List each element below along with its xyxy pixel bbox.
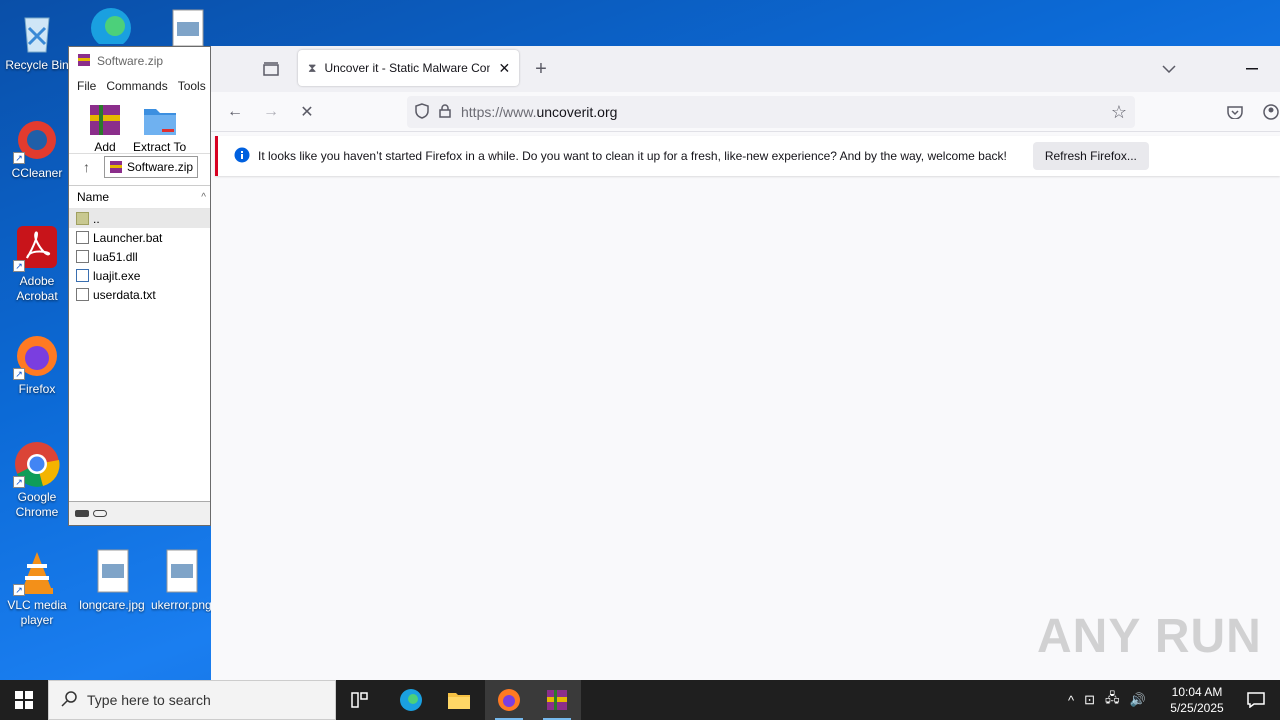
firefox-icon: ↗ xyxy=(13,332,61,380)
taskbar: Type here to search ^ ⊡ 🖧 🔊 10:04 AM 5/2… xyxy=(0,680,1280,720)
sort-chevron-icon: ^ xyxy=(201,191,206,203)
vlc-icon: ↗ xyxy=(13,548,61,596)
file-row[interactable]: Launcher.bat xyxy=(69,228,210,247)
refresh-firefox-notification: It looks like you haven’t started Firefo… xyxy=(215,136,1280,176)
task-view-icon xyxy=(351,692,368,708)
parent-folder-icon xyxy=(76,212,89,225)
desktop-icon-ccleaner[interactable]: ↗ CCleaner xyxy=(1,116,73,181)
edge-icon xyxy=(87,4,135,52)
acrobat-icon: ↗ xyxy=(13,224,61,272)
add-archive-icon xyxy=(90,105,120,135)
menu-file[interactable]: File xyxy=(77,79,96,93)
refresh-firefox-button[interactable]: Refresh Firefox... xyxy=(1032,142,1149,170)
notification-center-button[interactable] xyxy=(1232,680,1280,720)
winrar-titlebar[interactable]: Software.zip xyxy=(69,47,210,75)
desktop-icon-vlc[interactable]: ↗ VLC media player xyxy=(1,548,73,628)
winrar-address-bar: ↑ Software.zip xyxy=(69,153,210,179)
firefox-window[interactable]: ⧗ Uncover it - Static Malware Con ✕ + ← … xyxy=(211,46,1280,680)
bat-file-icon xyxy=(76,231,89,244)
desktop-icon-google-chrome[interactable]: ↗ Google Chrome xyxy=(1,440,73,520)
info-icon xyxy=(234,147,250,166)
stop-loading-icon[interactable]: ✕ xyxy=(295,100,319,124)
exe-file-icon xyxy=(76,269,89,282)
tab-uncoverit[interactable]: ⧗ Uncover it - Static Malware Con ✕ xyxy=(298,50,519,86)
recycle-bin-icon xyxy=(13,8,61,56)
image-file-icon xyxy=(88,548,136,596)
watermark: ANY RUN xyxy=(1037,610,1262,663)
tab-strip: ⧗ Uncover it - Static Malware Con ✕ + xyxy=(211,46,1280,92)
edge-icon xyxy=(400,689,422,711)
desktop-icon-ukerror[interactable]: ukerror.png xyxy=(151,548,211,613)
taskbar-firefox[interactable] xyxy=(485,680,533,720)
desktop-icon-adobe-acrobat[interactable]: ↗ Adobe Acrobat xyxy=(1,224,73,304)
bookmark-star-icon[interactable]: ☆ xyxy=(1111,102,1127,123)
file-row[interactable]: userdata.txt xyxy=(69,285,210,304)
menu-commands[interactable]: Commands xyxy=(106,79,167,93)
winrar-window[interactable]: Software.zip File Commands Tools Add Ext… xyxy=(68,46,211,526)
desktop-icon-firefox[interactable]: ↗ Firefox xyxy=(1,332,73,397)
file-row[interactable]: .. xyxy=(69,209,210,228)
notification-message: It looks like you haven’t started Firefo… xyxy=(258,149,1007,163)
menu-tools[interactable]: Tools xyxy=(178,79,206,93)
clock[interactable]: 10:04 AM 5/25/2025 xyxy=(1164,684,1230,716)
winrar-toolbar: Add Extract To xyxy=(69,97,210,154)
notification-icon xyxy=(1247,692,1265,708)
volume-icon[interactable]: 🔊 xyxy=(1130,692,1146,708)
start-button[interactable] xyxy=(0,680,48,720)
winrar-icon xyxy=(547,690,567,710)
drive-icon xyxy=(75,510,89,517)
account-icon[interactable] xyxy=(1259,100,1280,124)
desktop-icon-longcare[interactable]: longcare.jpg xyxy=(76,548,148,613)
chrome-icon: ↗ xyxy=(13,440,61,488)
path-field[interactable]: Software.zip xyxy=(104,155,199,178)
navigation-toolbar: ← → ✕ https://www.uncoverit.org ☆ xyxy=(211,92,1280,132)
close-tab-icon[interactable]: ✕ xyxy=(498,60,510,77)
taskbar-search-box[interactable]: Type here to search xyxy=(48,680,336,720)
forward-arrow-icon[interactable]: → xyxy=(259,100,283,124)
url-text: https://www.uncoverit.org xyxy=(461,104,618,120)
dll-file-icon xyxy=(76,250,89,263)
desktop-icon-recycle-bin[interactable]: Recycle Bin xyxy=(1,8,73,73)
ccleaner-icon: ↗ xyxy=(13,116,61,164)
winrar-menubar: File Commands Tools xyxy=(69,75,210,97)
device-icon[interactable]: ⊡ xyxy=(1084,692,1095,708)
winrar-icon xyxy=(77,53,91,70)
file-row[interactable]: luajit.exe xyxy=(69,266,210,285)
key-icon xyxy=(93,510,107,517)
folder-icon xyxy=(448,693,470,709)
image-file-icon xyxy=(157,548,205,596)
list-tabs-chevron-icon[interactable] xyxy=(1157,57,1181,81)
pocket-icon[interactable] xyxy=(1223,100,1247,124)
windows-logo-icon xyxy=(15,691,33,709)
search-icon xyxy=(61,690,77,710)
extract-to-button[interactable]: Extract To xyxy=(133,101,186,154)
new-tab-icon[interactable]: + xyxy=(529,57,553,81)
taskbar-winrar[interactable] xyxy=(533,680,581,720)
archive-icon xyxy=(110,160,122,173)
winrar-statusbar xyxy=(69,501,210,525)
search-placeholder: Type here to search xyxy=(87,692,211,708)
taskbar-file-explorer[interactable] xyxy=(435,680,483,720)
back-arrow-icon[interactable]: ← xyxy=(223,100,247,124)
minimize-icon[interactable] xyxy=(1240,57,1264,81)
firefox-icon xyxy=(498,689,520,711)
winrar-title: Software.zip xyxy=(97,54,164,68)
up-arrow-icon[interactable]: ↑ xyxy=(83,159,90,175)
show-hidden-icons-chevron-icon[interactable]: ^ xyxy=(1068,693,1074,708)
network-icon[interactable]: 🖧 xyxy=(1105,689,1120,711)
system-tray: ^ ⊡ 🖧 🔊 xyxy=(1068,680,1146,720)
txt-file-icon xyxy=(76,288,89,301)
column-header-name[interactable]: Name ^ xyxy=(69,185,210,209)
url-bar[interactable]: https://www.uncoverit.org ☆ xyxy=(407,96,1135,128)
extract-folder-icon xyxy=(143,109,176,135)
file-row[interactable]: lua51.dll xyxy=(69,247,210,266)
add-button[interactable]: Add xyxy=(87,101,123,154)
tab-title: Uncover it - Static Malware Con xyxy=(324,61,491,75)
firefox-view-icon[interactable] xyxy=(259,57,283,81)
hourglass-icon: ⧗ xyxy=(308,60,317,75)
taskbar-edge[interactable] xyxy=(387,680,435,720)
task-view-button[interactable] xyxy=(336,680,384,720)
tracking-shield-icon[interactable] xyxy=(415,102,429,122)
lock-icon[interactable] xyxy=(439,103,451,121)
